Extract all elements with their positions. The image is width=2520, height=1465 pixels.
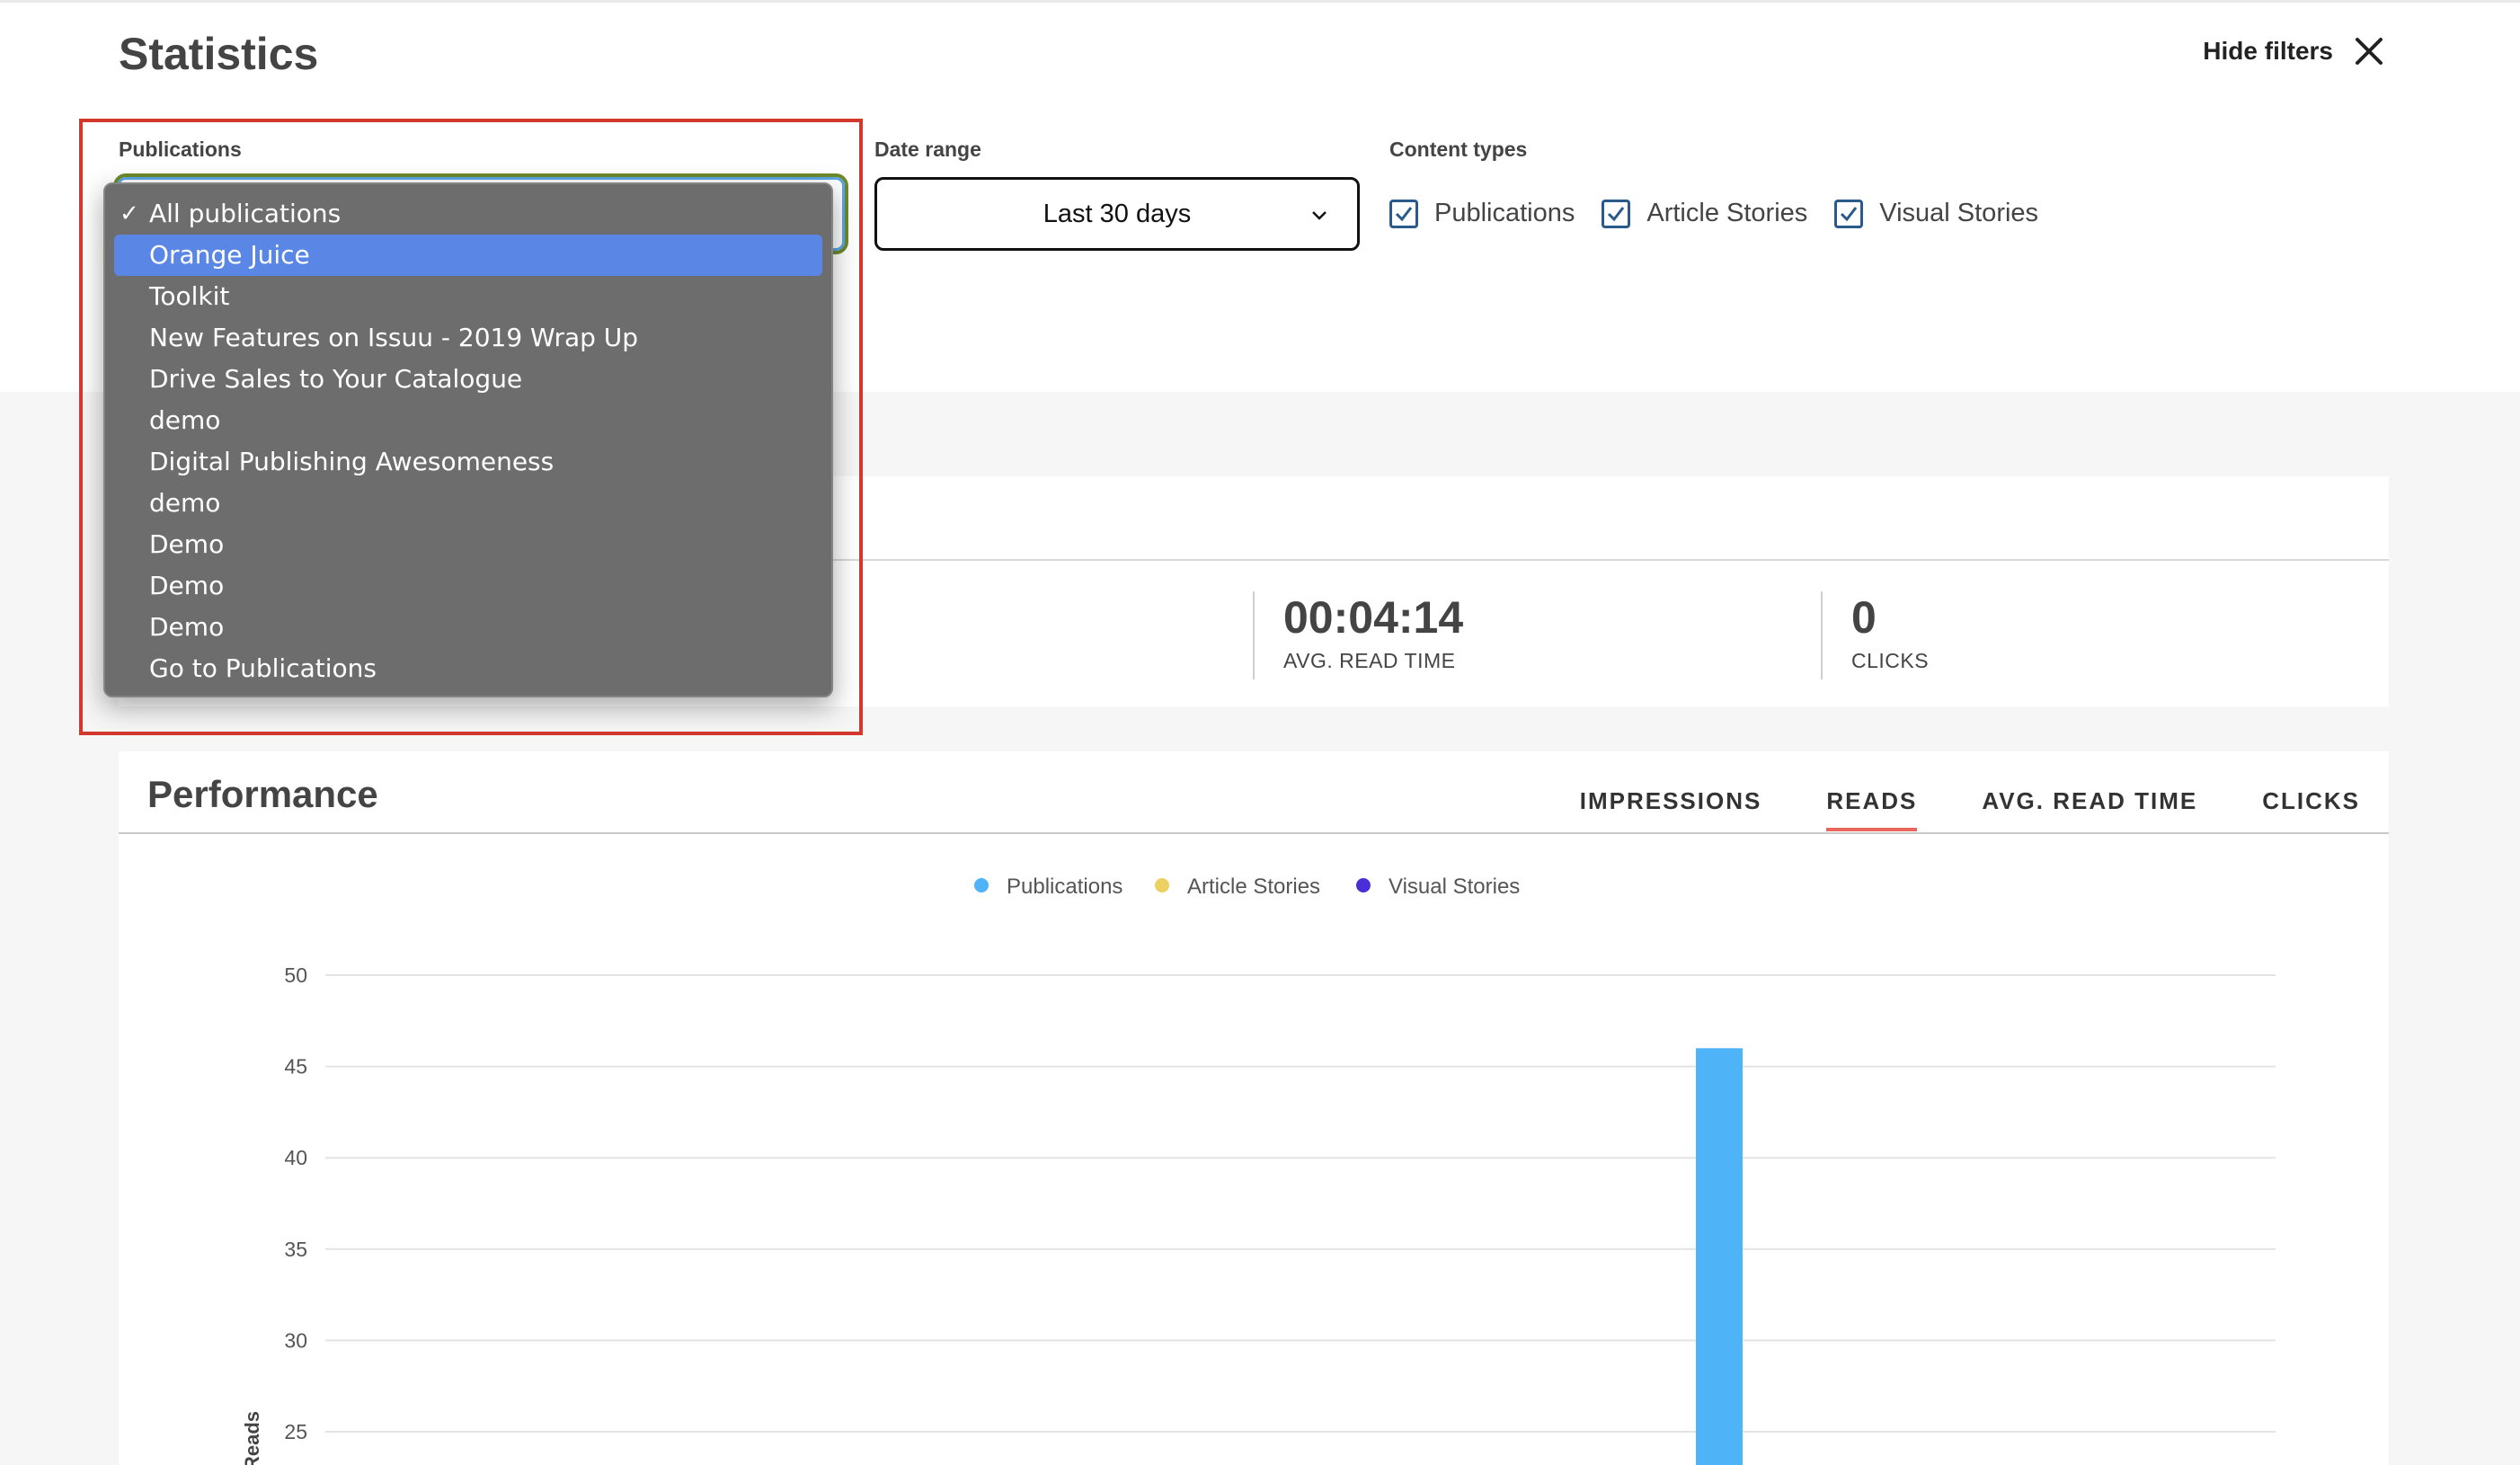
dropdown-option[interactable]: demo: [105, 483, 831, 524]
date-range-value: Last 30 days: [1043, 199, 1192, 228]
dropdown-option-label: Orange Juice: [149, 240, 310, 270]
dropdown-option[interactable]: Toolkit: [105, 276, 831, 317]
dropdown-option-label: Demo: [149, 571, 225, 600]
checkbox[interactable]: [1834, 199, 1864, 228]
dropdown-option-label: demo: [149, 488, 221, 518]
y-tick-label: 25: [284, 1420, 307, 1443]
y-axis-label: Reads: [241, 1411, 263, 1465]
dropdown-option-label: Digital Publishing Awesomeness: [149, 447, 555, 476]
y-tick-label: 40: [284, 1146, 307, 1169]
dropdown-option-label: Toolkit: [149, 281, 230, 311]
legend-dot: [974, 878, 989, 892]
stat-value: 0: [1851, 592, 1877, 643]
hide-filters-label: Hide filters: [2203, 37, 2333, 65]
content-types-label: Content types: [1389, 138, 1528, 161]
chevron-down-icon: [1312, 211, 1327, 220]
dropdown-option-label: Demo: [149, 529, 225, 559]
y-tick-label: 35: [284, 1238, 307, 1261]
date-range-label: Date range: [874, 138, 981, 161]
checkmark-icon: [1841, 206, 1858, 221]
stat-label: AVG. READ TIME: [1283, 649, 1456, 672]
dropdown-option[interactable]: Go to Publications: [105, 648, 831, 689]
dropdown-option-label: Demo: [149, 612, 225, 642]
content-type-label: Article Stories: [1646, 199, 1808, 227]
dropdown-option[interactable]: Demo: [105, 607, 831, 648]
content-type-publications[interactable]: Publications: [1389, 199, 1575, 228]
dropdown-option[interactable]: Orange Juice: [114, 235, 822, 276]
performance-card: Performance IMPRESSIONS READS AVG. READ …: [119, 751, 2389, 1465]
checkmark-icon: [1608, 206, 1625, 221]
stat-separator: [1253, 591, 1255, 679]
dropdown-option-label: New Features on Issuu - 2019 Wrap Up: [149, 323, 639, 352]
dropdown-option-label: Drive Sales to Your Catalogue: [149, 364, 523, 394]
checkmark-icon: ✓: [120, 200, 139, 227]
dropdown-option[interactable]: New Features on Issuu - 2019 Wrap Up: [105, 317, 831, 359]
dropdown-option-label: Go to Publications: [149, 653, 377, 683]
date-range-select[interactable]: Last 30 days: [874, 177, 1360, 251]
stat-separator: [1821, 591, 1823, 679]
bar-publications: [1696, 1048, 1743, 1465]
y-tick-label: 50: [284, 963, 307, 987]
stat-label: CLICKS: [1851, 649, 1930, 672]
reads-chart: Publications Article Stories Visual Storie…: [241, 875, 2276, 1465]
content-type-label: Visual Stories: [1879, 199, 2039, 227]
content-type-visual-stories[interactable]: Visual Stories: [1834, 199, 2038, 228]
stat-clicks: 0 CLICKS: [1851, 591, 1929, 673]
content-type-article-stories[interactable]: Article Stories: [1602, 199, 1807, 228]
stat-avg-read-time: 00:04:14 AVG. READ TIME: [1283, 591, 1463, 673]
y-tick-label: 30: [284, 1328, 307, 1352]
hide-filters-button[interactable]: Hide filters: [2203, 35, 2385, 67]
content-types-group: Publications Article Stories Visual Stor…: [1389, 199, 2038, 228]
legend-label: Article Stories: [1187, 875, 1320, 899]
stat-value: 00:04:14: [1283, 592, 1464, 643]
publications-filter-label: Publications: [119, 138, 242, 161]
dropdown-option[interactable]: ✓ All publications: [105, 193, 831, 235]
legend-dot: [1356, 878, 1371, 892]
content-type-label: Publications: [1434, 199, 1575, 227]
checkbox[interactable]: [1602, 199, 1631, 228]
dropdown-option[interactable]: Demo: [105, 565, 831, 607]
dropdown-option[interactable]: Demo: [105, 524, 831, 565]
legend-label: Visual Stories: [1389, 875, 1520, 899]
y-tick-label: 45: [284, 1055, 307, 1079]
dropdown-option[interactable]: Drive Sales to Your Catalogue: [105, 359, 831, 400]
publications-dropdown-menu: ✓ All publications Orange Juice Toolkit New …: [103, 182, 833, 697]
checkmark-icon: [1395, 206, 1413, 221]
legend-dot: [1155, 878, 1169, 892]
close-icon[interactable]: [2353, 35, 2385, 67]
legend-label: Publications: [1007, 875, 1122, 899]
page-title: Statistics: [119, 29, 319, 79]
dropdown-option[interactable]: demo: [105, 400, 831, 441]
dropdown-option-label: demo: [149, 405, 221, 435]
checkbox[interactable]: [1389, 199, 1418, 228]
dropdown-option-label: All publications: [149, 199, 342, 228]
dropdown-option[interactable]: Digital Publishing Awesomeness: [105, 441, 831, 483]
